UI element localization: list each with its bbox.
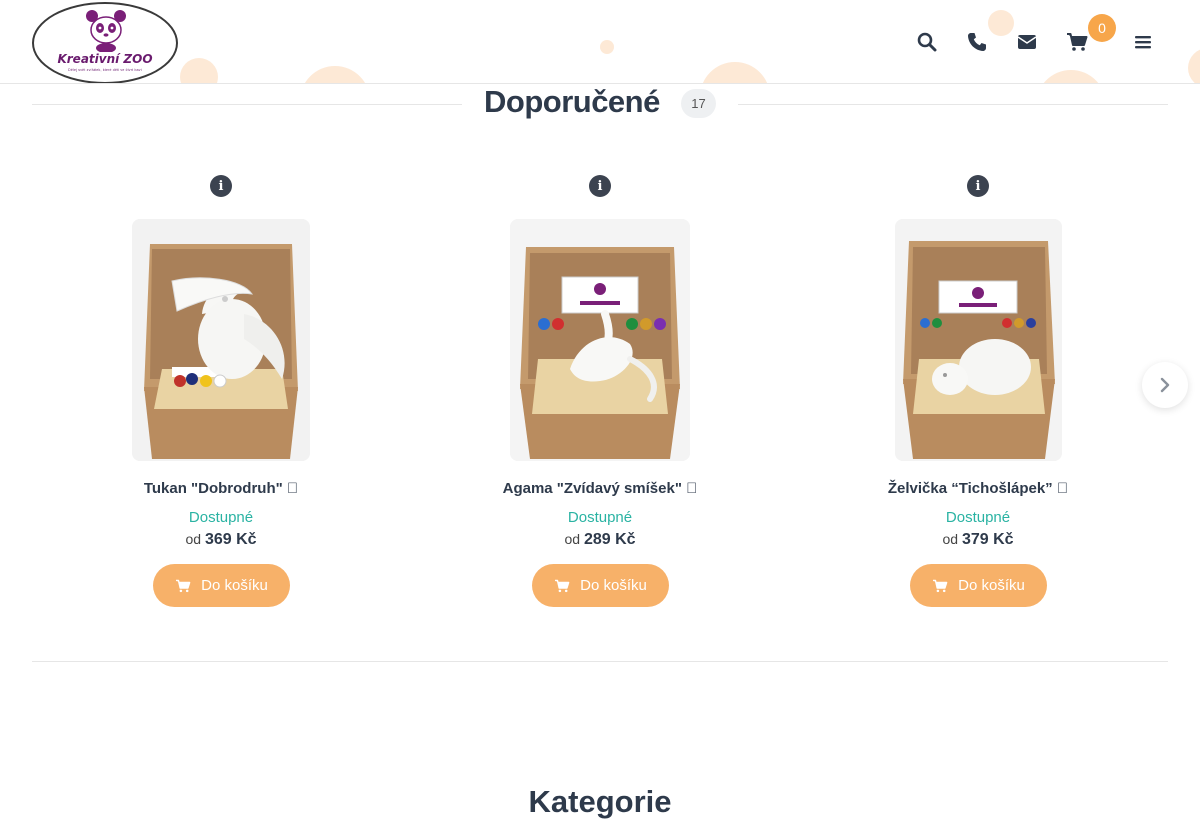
add-to-cart-label: Do košíku bbox=[958, 577, 1025, 594]
cart-button[interactable] bbox=[1063, 28, 1091, 56]
product-price: od 289 Kč bbox=[470, 531, 730, 549]
carousel-next-button[interactable] bbox=[1142, 362, 1188, 408]
cart-icon bbox=[555, 579, 570, 592]
search-icon bbox=[917, 32, 937, 52]
phone-button[interactable] bbox=[963, 28, 991, 56]
cart-icon bbox=[933, 579, 948, 592]
product-card: i Tukan "Dobrodruh"  Dostupné od 369 Kč… bbox=[91, 170, 351, 620]
divider bbox=[32, 661, 1168, 662]
price-prefix: od bbox=[564, 531, 581, 547]
divider bbox=[738, 104, 1168, 105]
agama-box-image bbox=[510, 219, 690, 461]
logo-text: Kreativní ZOO bbox=[57, 52, 153, 66]
decor-dot bbox=[600, 40, 614, 54]
section-title: Doporučené bbox=[484, 84, 660, 119]
product-card: i Agama "Zvídavý smíšek"  Dostupné od 2… bbox=[470, 170, 730, 620]
add-to-cart-button[interactable]: Do košíku bbox=[153, 564, 290, 607]
product-name[interactable]: Želvička “Tichošlápek”  bbox=[848, 480, 1108, 497]
categories-title: Kategorie bbox=[528, 784, 672, 819]
chevron-right-icon bbox=[1160, 377, 1170, 393]
product-price: od 379 Kč bbox=[848, 531, 1108, 549]
logo-tagline: Dělej svět zvířátek, které děti ve čtvrt… bbox=[68, 68, 142, 72]
toucan-box-image bbox=[132, 219, 310, 461]
price-value: 369 Kč bbox=[204, 531, 257, 548]
product-count-badge: 17 bbox=[681, 89, 716, 118]
price-prefix: od bbox=[185, 531, 202, 547]
info-icon[interactable]: i bbox=[210, 175, 232, 197]
info-icon[interactable]: i bbox=[967, 175, 989, 197]
decor-dot bbox=[300, 66, 370, 83]
site-logo[interactable]: Kreativní ZOO Dělej svět zvířátek, které… bbox=[32, 2, 178, 83]
add-to-cart-label: Do košíku bbox=[201, 577, 268, 594]
decor-dot bbox=[988, 10, 1014, 36]
product-card: i Želvička “Tichošlápek”  Dostupné od 3… bbox=[848, 170, 1108, 620]
info-icon[interactable]: i bbox=[589, 175, 611, 197]
search-button[interactable] bbox=[913, 28, 941, 56]
envelope-icon bbox=[1017, 35, 1037, 49]
email-button[interactable] bbox=[1013, 28, 1041, 56]
product-image[interactable] bbox=[510, 219, 690, 461]
add-to-cart-button[interactable]: Do košíku bbox=[532, 564, 669, 607]
add-to-cart-button[interactable]: Do košíku bbox=[910, 564, 1047, 607]
price-prefix: od bbox=[942, 531, 959, 547]
product-name[interactable]: Tukan "Dobrodruh"  bbox=[91, 480, 351, 497]
decor-dot bbox=[180, 58, 218, 83]
product-price: od 369 Kč bbox=[91, 531, 351, 549]
availability-status: Dostupné bbox=[945, 509, 1011, 526]
availability-status: Dostupné bbox=[188, 509, 254, 526]
product-name[interactable]: Agama "Zvídavý smíšek"  bbox=[470, 480, 730, 497]
price-value: 289 Kč bbox=[583, 531, 636, 548]
cart-icon bbox=[176, 579, 191, 592]
product-image[interactable] bbox=[895, 219, 1062, 461]
turtle-box-image bbox=[895, 219, 1062, 461]
menu-button[interactable] bbox=[1129, 28, 1157, 56]
decor-dot bbox=[1036, 70, 1106, 83]
add-to-cart-label: Do košíku bbox=[580, 577, 647, 594]
menu-icon bbox=[1135, 36, 1151, 49]
panda-logo-icon bbox=[86, 10, 126, 52]
phone-icon bbox=[968, 33, 986, 51]
product-image[interactable] bbox=[132, 219, 310, 461]
price-value: 379 Kč bbox=[961, 531, 1014, 548]
site-header: Kreativní ZOO Dělej svět zvířátek, které… bbox=[0, 0, 1200, 84]
decor-dot bbox=[1188, 48, 1200, 83]
cart-icon bbox=[1067, 33, 1088, 51]
divider bbox=[32, 104, 462, 105]
decor-dot bbox=[700, 62, 770, 83]
cart-count-badge: 0 bbox=[1088, 14, 1116, 42]
availability-status: Dostupné bbox=[567, 509, 633, 526]
